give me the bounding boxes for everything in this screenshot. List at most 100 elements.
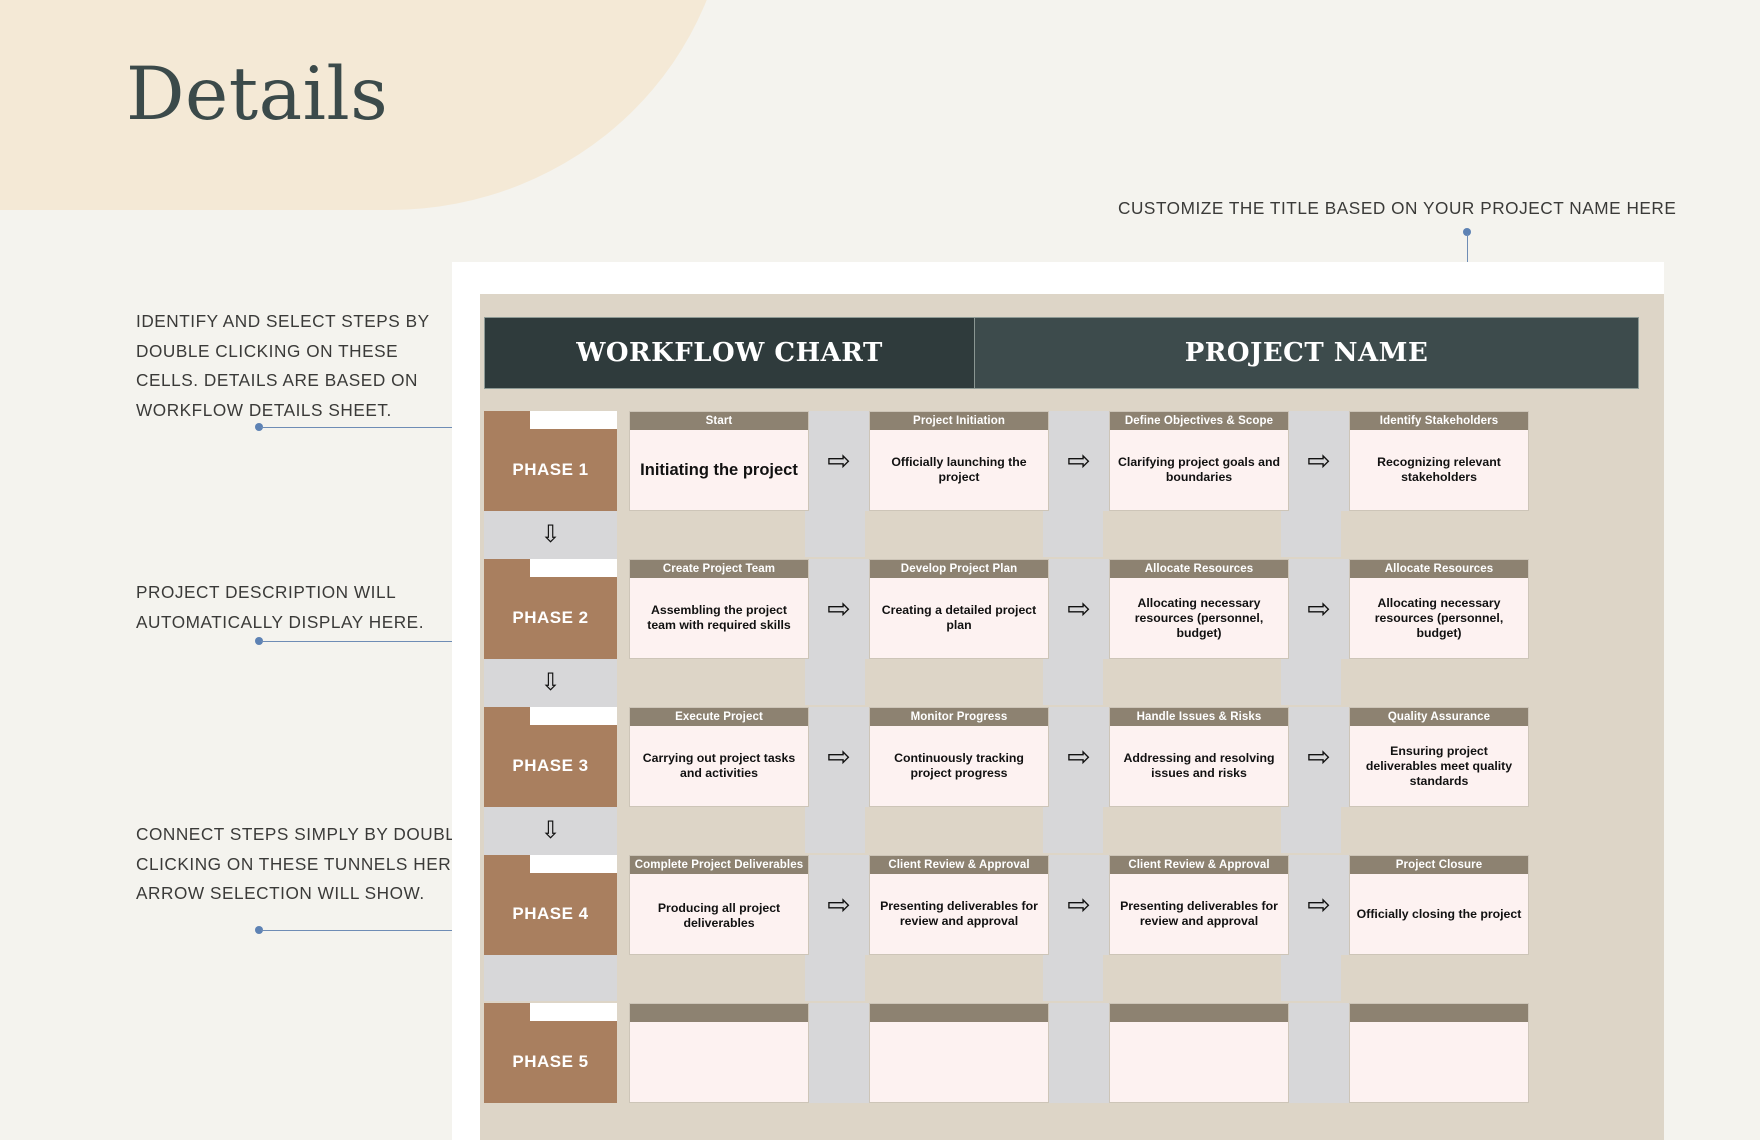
step-card[interactable]: Start Initiating the project — [629, 411, 809, 511]
column-stripe — [1281, 805, 1341, 853]
step-connector-arrow[interactable]: ⇨ — [1049, 855, 1109, 955]
step-connector-arrow[interactable] — [1049, 1003, 1109, 1103]
step-description[interactable]: Carrying out project tasks and activitie… — [630, 726, 808, 806]
step-title[interactable]: Project Initiation — [870, 412, 1048, 430]
column-stripe — [1281, 657, 1341, 705]
step-description[interactable]: Recognizing relevant stakeholders — [1350, 430, 1528, 510]
step-connector-arrow[interactable]: ⇨ — [1289, 559, 1349, 659]
down-arrow-phase-1-to-2[interactable]: ⇩ — [484, 511, 617, 559]
step-connector-arrow[interactable]: ⇨ — [1049, 559, 1109, 659]
step-card[interactable]: Identify Stakeholders Recognizing relevan… — [1349, 411, 1529, 511]
header-project-name[interactable]: PROJECT NAME — [974, 318, 1638, 388]
phase-label-text: PHASE 1 — [484, 429, 617, 511]
step-connector-arrow[interactable] — [1289, 1003, 1349, 1103]
step-title[interactable]: Monitor Progress — [870, 708, 1048, 726]
step-card[interactable]: Define Objectives & Scope Clarifying proj… — [1109, 411, 1289, 511]
step-description[interactable]: Initiating the project — [630, 430, 808, 510]
step-card[interactable]: Create Project Team Assembling the projec… — [629, 559, 809, 659]
step-title[interactable] — [1350, 1004, 1528, 1022]
step-title[interactable] — [630, 1004, 808, 1022]
phase-notch-white — [530, 1003, 617, 1021]
step-card[interactable]: Handle Issues & Risks Addressing and reso… — [1109, 707, 1289, 807]
phase-label-cell[interactable]: PHASE 4 — [484, 855, 617, 955]
step-connector-arrow[interactable]: ⇨ — [1289, 411, 1349, 511]
step-card[interactable]: Client Review & Approval Presenting deliv… — [869, 855, 1049, 955]
step-description[interactable]: Assembling the project team with require… — [630, 578, 808, 658]
step-card[interactable] — [629, 1003, 809, 1103]
step-card[interactable] — [869, 1003, 1049, 1103]
down-arrow-phase-2-to-3[interactable]: ⇩ — [484, 659, 617, 707]
step-description[interactable]: Presenting deliverables for review and a… — [1110, 874, 1288, 954]
step-card[interactable]: Allocate Resources Allocating necessary r… — [1349, 559, 1529, 659]
step-description[interactable]: Addressing and resolving issues and risk… — [1110, 726, 1288, 806]
step-connector-arrow[interactable]: ⇨ — [1049, 411, 1109, 511]
column-stripe — [805, 657, 865, 705]
step-title[interactable]: Execute Project — [630, 708, 808, 726]
step-card[interactable]: Project Initiation Officially launching t… — [869, 411, 1049, 511]
step-title[interactable] — [1110, 1004, 1288, 1022]
step-card[interactable]: Project Closure Officially closing the pr… — [1349, 855, 1529, 955]
step-card[interactable] — [1349, 1003, 1529, 1103]
step-description[interactable]: Presenting deliverables for review and a… — [870, 874, 1048, 954]
phase-label-notch — [484, 1003, 617, 1021]
step-title[interactable]: Client Review & Approval — [1110, 856, 1288, 874]
column-stripe — [1281, 509, 1341, 557]
step-title[interactable]: Define Objectives & Scope — [1110, 412, 1288, 430]
step-description[interactable] — [630, 1022, 808, 1102]
step-description[interactable] — [1350, 1022, 1528, 1102]
step-title[interactable]: Complete Project Deliverables — [630, 856, 808, 874]
step-connector-arrow[interactable]: ⇨ — [809, 559, 869, 659]
phase-label-cell[interactable]: PHASE 1 — [484, 411, 617, 511]
step-title[interactable]: Handle Issues & Risks — [1110, 708, 1288, 726]
step-title[interactable]: Quality Assurance — [1350, 708, 1528, 726]
step-connector-arrow[interactable]: ⇨ — [809, 707, 869, 807]
step-description[interactable] — [1110, 1022, 1288, 1102]
step-connector-arrow[interactable] — [809, 1003, 869, 1103]
step-card[interactable]: Execute Project Carrying out project task… — [629, 707, 809, 807]
step-description[interactable]: Officially launching the project — [870, 430, 1048, 510]
step-title[interactable]: Develop Project Plan — [870, 560, 1048, 578]
step-description[interactable]: Officially closing the project — [1350, 874, 1528, 954]
phase-row: PHASE 2 Create Project Team Assembling the… — [484, 559, 1639, 659]
phase-label-cell[interactable]: PHASE 3 — [484, 707, 617, 807]
step-description[interactable]: Producing all project deliverables — [630, 874, 808, 954]
step-description[interactable]: Clarifying project goals and boundaries — [1110, 430, 1288, 510]
step-connector-arrow[interactable]: ⇨ — [809, 411, 869, 511]
step-description[interactable]: Continuously tracking project progress — [870, 726, 1048, 806]
phase-label-cell[interactable]: PHASE 5 — [484, 1003, 617, 1103]
annotation-project-description: PROJECT DESCRIPTION WILL AUTOMATICALLY D… — [136, 582, 425, 632]
phase-notch-white — [530, 855, 617, 873]
down-arrow-phase-3-to-4[interactable]: ⇩ — [484, 807, 617, 855]
step-description[interactable]: Creating a detailed project plan — [870, 578, 1048, 658]
phase-label-cell[interactable]: PHASE 2 — [484, 559, 617, 659]
step-connector-arrow[interactable]: ⇨ — [809, 855, 869, 955]
step-description[interactable] — [870, 1022, 1048, 1102]
step-title[interactable] — [870, 1004, 1048, 1022]
step-card[interactable]: Client Review & Approval Presenting deliv… — [1109, 855, 1289, 955]
annotation-identify-steps: IDENTIFY AND SELECT STEPS BY DOUBLE CLIC… — [136, 311, 430, 420]
step-card[interactable]: Complete Project Deliverables Producing a… — [629, 855, 809, 955]
step-description[interactable]: Allocating necessary resources (personne… — [1350, 578, 1528, 658]
step-description[interactable]: Ensuring project deliverables meet quali… — [1350, 726, 1528, 806]
step-connector-arrow[interactable]: ⇨ — [1289, 855, 1349, 955]
column-stripe — [1043, 805, 1103, 853]
step-description[interactable]: Allocating necessary resources (personne… — [1110, 578, 1288, 658]
step-title[interactable]: Start — [630, 412, 808, 430]
step-card[interactable]: Develop Project Plan Creating a detailed … — [869, 559, 1049, 659]
step-connector-arrow[interactable]: ⇨ — [1049, 707, 1109, 807]
step-connector-arrow[interactable]: ⇨ — [1289, 707, 1349, 807]
step-title[interactable]: Create Project Team — [630, 560, 808, 578]
phase-label-text: PHASE 3 — [484, 725, 617, 807]
step-title[interactable]: Project Closure — [1350, 856, 1528, 874]
step-card[interactable]: Quality Assurance Ensuring project delive… — [1349, 707, 1529, 807]
step-title[interactable]: Identify Stakeholders — [1350, 412, 1528, 430]
step-card[interactable]: Allocate Resources Allocating necessary r… — [1109, 559, 1289, 659]
step-title[interactable]: Client Review & Approval — [870, 856, 1048, 874]
step-card[interactable]: Monitor Progress Continuously tracking pr… — [869, 707, 1049, 807]
column-stripe — [805, 805, 865, 853]
step-card[interactable] — [1109, 1003, 1289, 1103]
step-title[interactable]: Allocate Resources — [1350, 560, 1528, 578]
step-title[interactable]: Allocate Resources — [1110, 560, 1288, 578]
